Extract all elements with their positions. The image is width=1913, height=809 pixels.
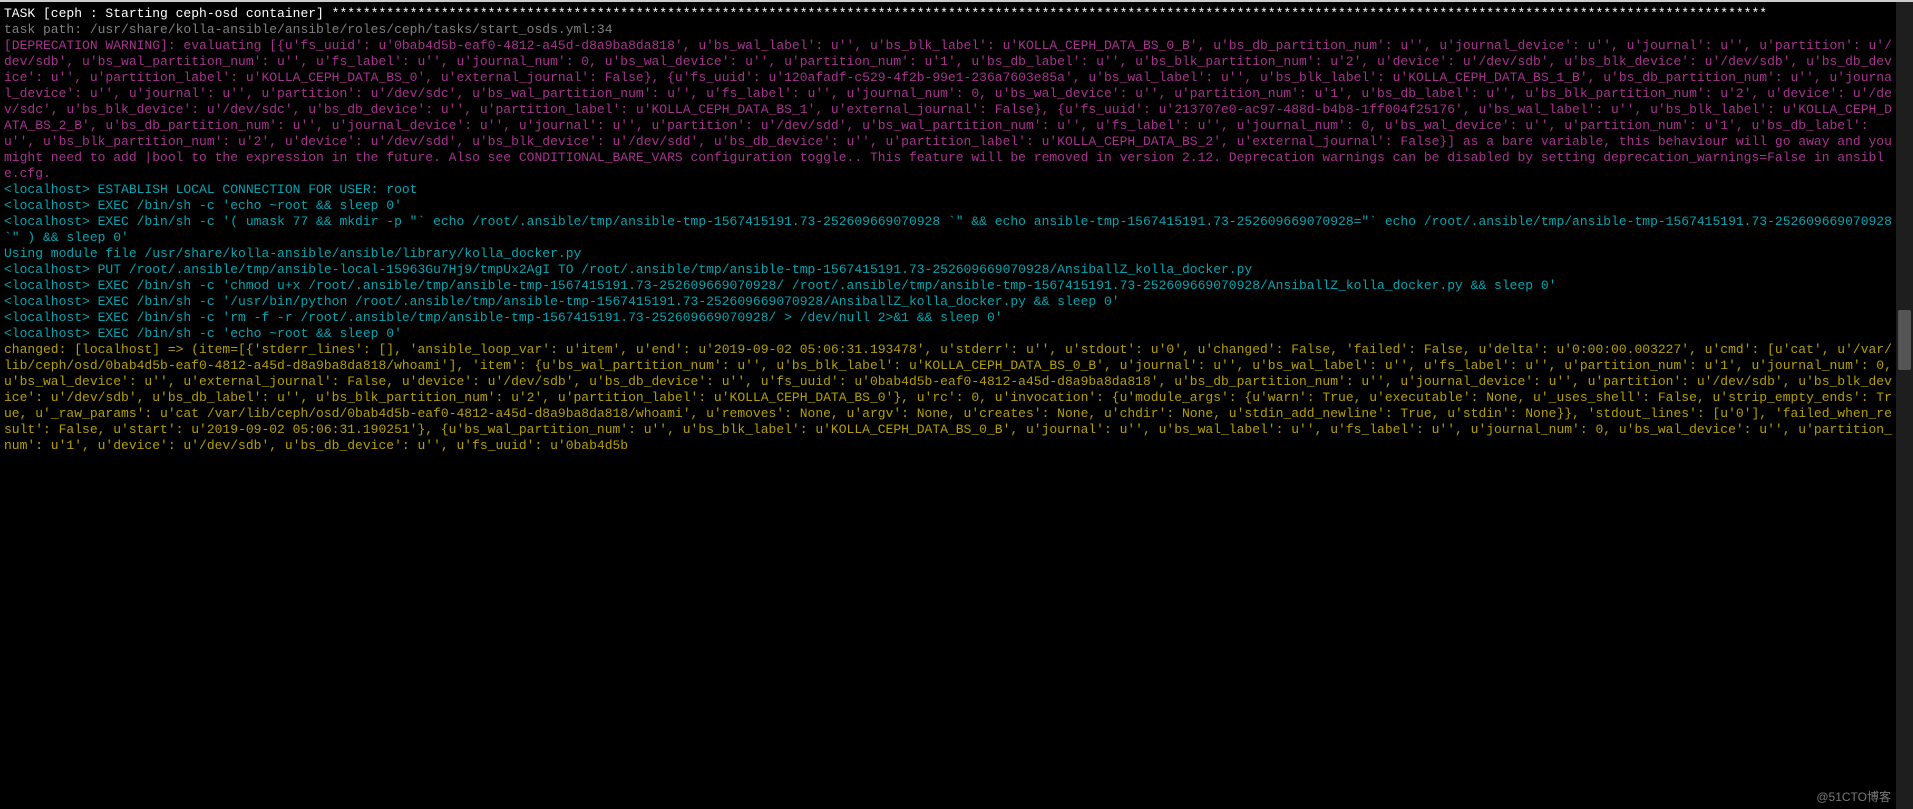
changed-output-block: changed: [localhost] => (item=[{'stderr_… xyxy=(4,342,1896,453)
task-header-line: TASK [ceph : Starting ceph-osd container… xyxy=(4,6,1767,21)
exec-chmod-line: <localhost> EXEC /bin/sh -c 'chmod u+x /… xyxy=(4,278,1556,293)
terminal-output[interactable]: TASK [ceph : Starting ceph-osd container… xyxy=(0,4,1896,809)
scrollbar-thumb[interactable] xyxy=(1898,310,1911,370)
using-module-line: Using module file /usr/share/kolla-ansib… xyxy=(4,246,581,261)
task-path-line: task path: /usr/share/kolla-ansible/ansi… xyxy=(4,22,613,37)
deprecation-warning-block: [DEPRECATION WARNING]: evaluating [{u'fs… xyxy=(4,38,1896,181)
put-file-line: <localhost> PUT /root/.ansible/tmp/ansib… xyxy=(4,262,1252,277)
window-top-border xyxy=(0,0,1913,2)
exec-python-line: <localhost> EXEC /bin/sh -c '/usr/bin/py… xyxy=(4,294,1120,309)
exec-echo-root-line-1: <localhost> EXEC /bin/sh -c 'echo ~root … xyxy=(4,198,402,213)
exec-rm-line: <localhost> EXEC /bin/sh -c 'rm -f -r /r… xyxy=(4,310,1003,325)
vertical-scrollbar[interactable] xyxy=(1896,2,1913,809)
exec-mkdir-line: <localhost> EXEC /bin/sh -c '( umask 77 … xyxy=(4,214,1896,245)
exec-echo-root-line-2: <localhost> EXEC /bin/sh -c 'echo ~root … xyxy=(4,326,402,341)
establish-connection-line: <localhost> ESTABLISH LOCAL CONNECTION F… xyxy=(4,182,417,197)
